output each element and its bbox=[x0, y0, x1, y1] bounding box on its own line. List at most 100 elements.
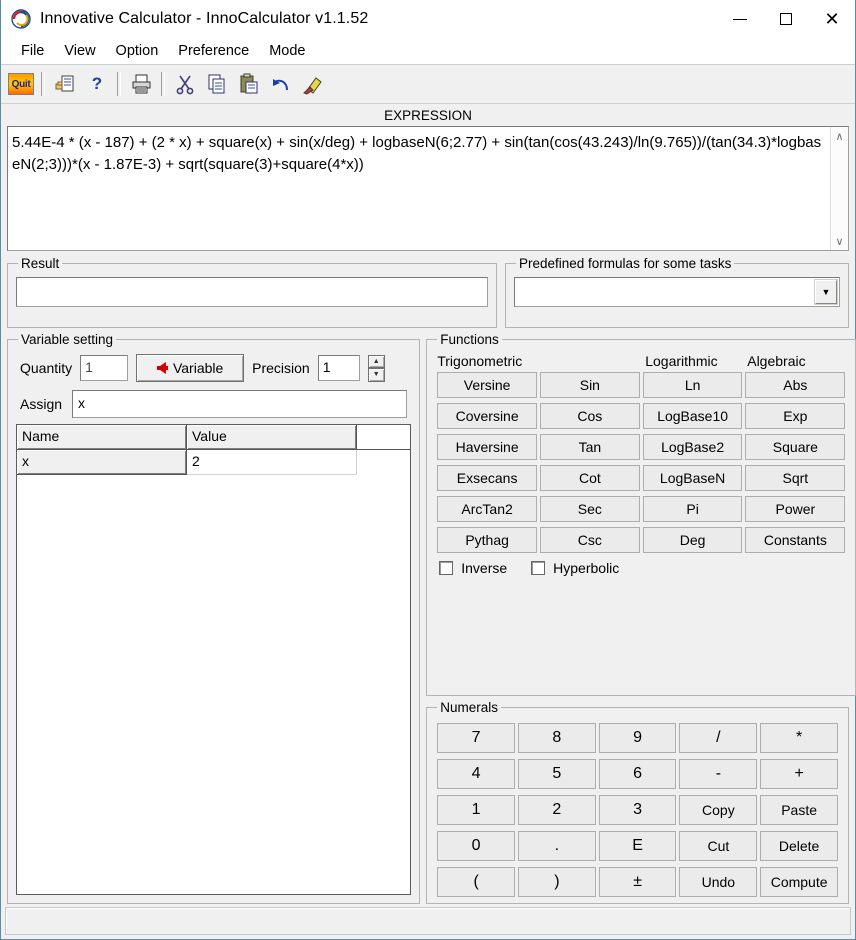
undo-button[interactable] bbox=[266, 70, 296, 98]
minimize-button[interactable] bbox=[717, 0, 763, 38]
cut-button[interactable] bbox=[170, 70, 200, 98]
function-button-power[interactable]: Power bbox=[745, 496, 846, 522]
question-mark-icon: ? bbox=[91, 74, 103, 93]
function-button-sqrt[interactable]: Sqrt bbox=[745, 465, 846, 491]
scroll-down-icon[interactable]: ∨ bbox=[831, 232, 848, 250]
stepper-down-icon[interactable]: ▼ bbox=[367, 368, 385, 382]
scroll-up-icon[interactable]: ∧ bbox=[831, 127, 848, 145]
precision-stepper[interactable]: ▲ ▼ bbox=[367, 354, 385, 382]
copy-button[interactable] bbox=[202, 70, 232, 98]
result-input[interactable] bbox=[16, 277, 488, 307]
menu-item-view[interactable]: View bbox=[54, 41, 105, 61]
function-button-deg[interactable]: Deg bbox=[642, 527, 743, 553]
menu-bar: File View Option Preference Mode bbox=[1, 38, 855, 65]
numeral-button-7[interactable]: 7 bbox=[437, 723, 515, 753]
function-button-tan[interactable]: Tan bbox=[539, 434, 640, 460]
function-button-haversine[interactable]: Haversine bbox=[437, 434, 537, 460]
numeral-button-3[interactable]: 3 bbox=[598, 795, 677, 825]
function-button-pi[interactable]: Pi bbox=[642, 496, 743, 522]
precision-input[interactable]: 1 bbox=[317, 355, 360, 381]
numeral-button-9[interactable]: 9 bbox=[598, 723, 677, 753]
hyperbolic-checkbox[interactable] bbox=[531, 561, 546, 575]
operator-button-multiply[interactable]: * bbox=[760, 723, 838, 753]
function-button-cot[interactable]: Cot bbox=[539, 465, 640, 491]
numeral-button-6[interactable]: 6 bbox=[598, 759, 677, 789]
function-button-csc[interactable]: Csc bbox=[539, 527, 640, 553]
quit-button[interactable]: Quit bbox=[6, 70, 36, 98]
close-paren-button[interactable]: ) bbox=[517, 867, 596, 897]
function-button-constants[interactable]: Constants bbox=[745, 527, 846, 553]
operator-button-minus[interactable]: - bbox=[679, 759, 758, 789]
numeral-button-5[interactable]: 5 bbox=[517, 759, 596, 789]
variable-button[interactable]: Variable bbox=[136, 354, 245, 382]
copy-button[interactable]: Copy bbox=[679, 795, 758, 825]
function-button-exp[interactable]: Exp bbox=[745, 403, 846, 429]
function-button-sin[interactable]: Sin bbox=[539, 372, 640, 398]
delete-button[interactable]: Delete bbox=[760, 831, 838, 861]
menu-item-preference[interactable]: Preference bbox=[168, 41, 259, 61]
function-button-ln[interactable]: Ln bbox=[642, 372, 743, 398]
numeral-button-8[interactable]: 8 bbox=[517, 723, 596, 753]
menu-item-option[interactable]: Option bbox=[106, 41, 169, 61]
function-button-square[interactable]: Square bbox=[745, 434, 846, 460]
chevron-down-icon[interactable]: ▼ bbox=[814, 279, 838, 305]
expression-text[interactable]: 5.44E-4 * (x - 187) + (2 * x) + square(x… bbox=[8, 127, 830, 250]
column-header-value[interactable]: Value bbox=[187, 425, 357, 450]
clear-all-button[interactable] bbox=[298, 70, 328, 98]
function-button-pythag[interactable]: Pythag bbox=[437, 527, 537, 553]
right-column: Functions Trigonometric Logarithmic Alge… bbox=[426, 332, 856, 904]
function-button-coversine[interactable]: Coversine bbox=[437, 403, 537, 429]
function-button-exsecans[interactable]: Exsecans bbox=[437, 465, 537, 491]
menu-item-mode[interactable]: Mode bbox=[259, 41, 315, 61]
predefined-formulas-select[interactable]: ▼ bbox=[514, 277, 840, 307]
decimal-point-button[interactable]: . bbox=[517, 831, 596, 861]
paste-button[interactable]: Paste bbox=[760, 795, 838, 825]
inverse-checkbox[interactable] bbox=[439, 561, 454, 575]
variables-table[interactable]: Name Value x 2 bbox=[16, 424, 412, 895]
function-button-cos[interactable]: Cos bbox=[539, 403, 640, 429]
insert-document-button[interactable] bbox=[50, 70, 80, 98]
open-paren-button[interactable]: ( bbox=[437, 867, 515, 897]
operator-button-divide[interactable]: / bbox=[679, 723, 758, 753]
table-row[interactable]: x 2 bbox=[17, 450, 410, 475]
cell-variable-name[interactable]: x bbox=[17, 450, 187, 475]
cut-button[interactable]: Cut bbox=[679, 831, 758, 861]
numeral-button-0[interactable]: 0 bbox=[437, 831, 515, 861]
quantity-input[interactable]: 1 bbox=[80, 355, 129, 381]
expression-textbox[interactable]: 5.44E-4 * (x - 187) + (2 * x) + square(x… bbox=[7, 126, 849, 251]
assign-input[interactable]: x bbox=[72, 390, 408, 418]
numeral-button-2[interactable]: 2 bbox=[517, 795, 596, 825]
numeral-button-4[interactable]: 4 bbox=[437, 759, 515, 789]
plus-minus-button[interactable]: ± bbox=[598, 867, 677, 897]
menu-item-file[interactable]: File bbox=[11, 41, 54, 61]
variable-setting-group: Variable setting Quantity 1 Variable Pre… bbox=[7, 332, 421, 904]
stepper-up-icon[interactable]: ▲ bbox=[367, 354, 385, 368]
window-controls: ✕ bbox=[717, 0, 855, 38]
maximize-icon bbox=[780, 13, 792, 25]
print-button[interactable] bbox=[126, 70, 156, 98]
function-button-sec[interactable]: Sec bbox=[539, 496, 640, 522]
function-button-abs[interactable]: Abs bbox=[745, 372, 846, 398]
undo-button[interactable]: Undo bbox=[679, 867, 758, 897]
numeral-button-1[interactable]: 1 bbox=[437, 795, 515, 825]
printer-icon bbox=[132, 74, 151, 94]
function-button-logbasen[interactable]: LogBaseN bbox=[642, 465, 743, 491]
close-button[interactable]: ✕ bbox=[809, 0, 855, 38]
compute-button[interactable]: Compute bbox=[760, 867, 838, 897]
window-title: Innovative Calculator - InnoCalculator v… bbox=[40, 10, 369, 27]
function-button-versine[interactable]: Versine bbox=[437, 372, 537, 398]
precision-label: Precision bbox=[252, 360, 310, 376]
title-bar: Innovative Calculator - InnoCalculator v… bbox=[1, 0, 855, 38]
operator-button-plus[interactable]: + bbox=[760, 759, 838, 789]
paste-button[interactable] bbox=[234, 70, 264, 98]
expression-scrollbar[interactable]: ∧ ∨ bbox=[830, 127, 848, 250]
help-button[interactable]: ? bbox=[82, 70, 112, 98]
function-button-logbase2[interactable]: LogBase2 bbox=[642, 434, 743, 460]
maximize-button[interactable] bbox=[763, 0, 809, 38]
exponent-button[interactable]: E bbox=[598, 831, 677, 861]
function-button-arctan2[interactable]: ArcTan2 bbox=[437, 496, 537, 522]
function-button-logbase10[interactable]: LogBase10 bbox=[642, 403, 743, 429]
cell-variable-value[interactable]: 2 bbox=[187, 450, 357, 475]
column-header-name[interactable]: Name bbox=[17, 425, 187, 450]
expression-caption: EXPRESSION bbox=[384, 108, 472, 123]
